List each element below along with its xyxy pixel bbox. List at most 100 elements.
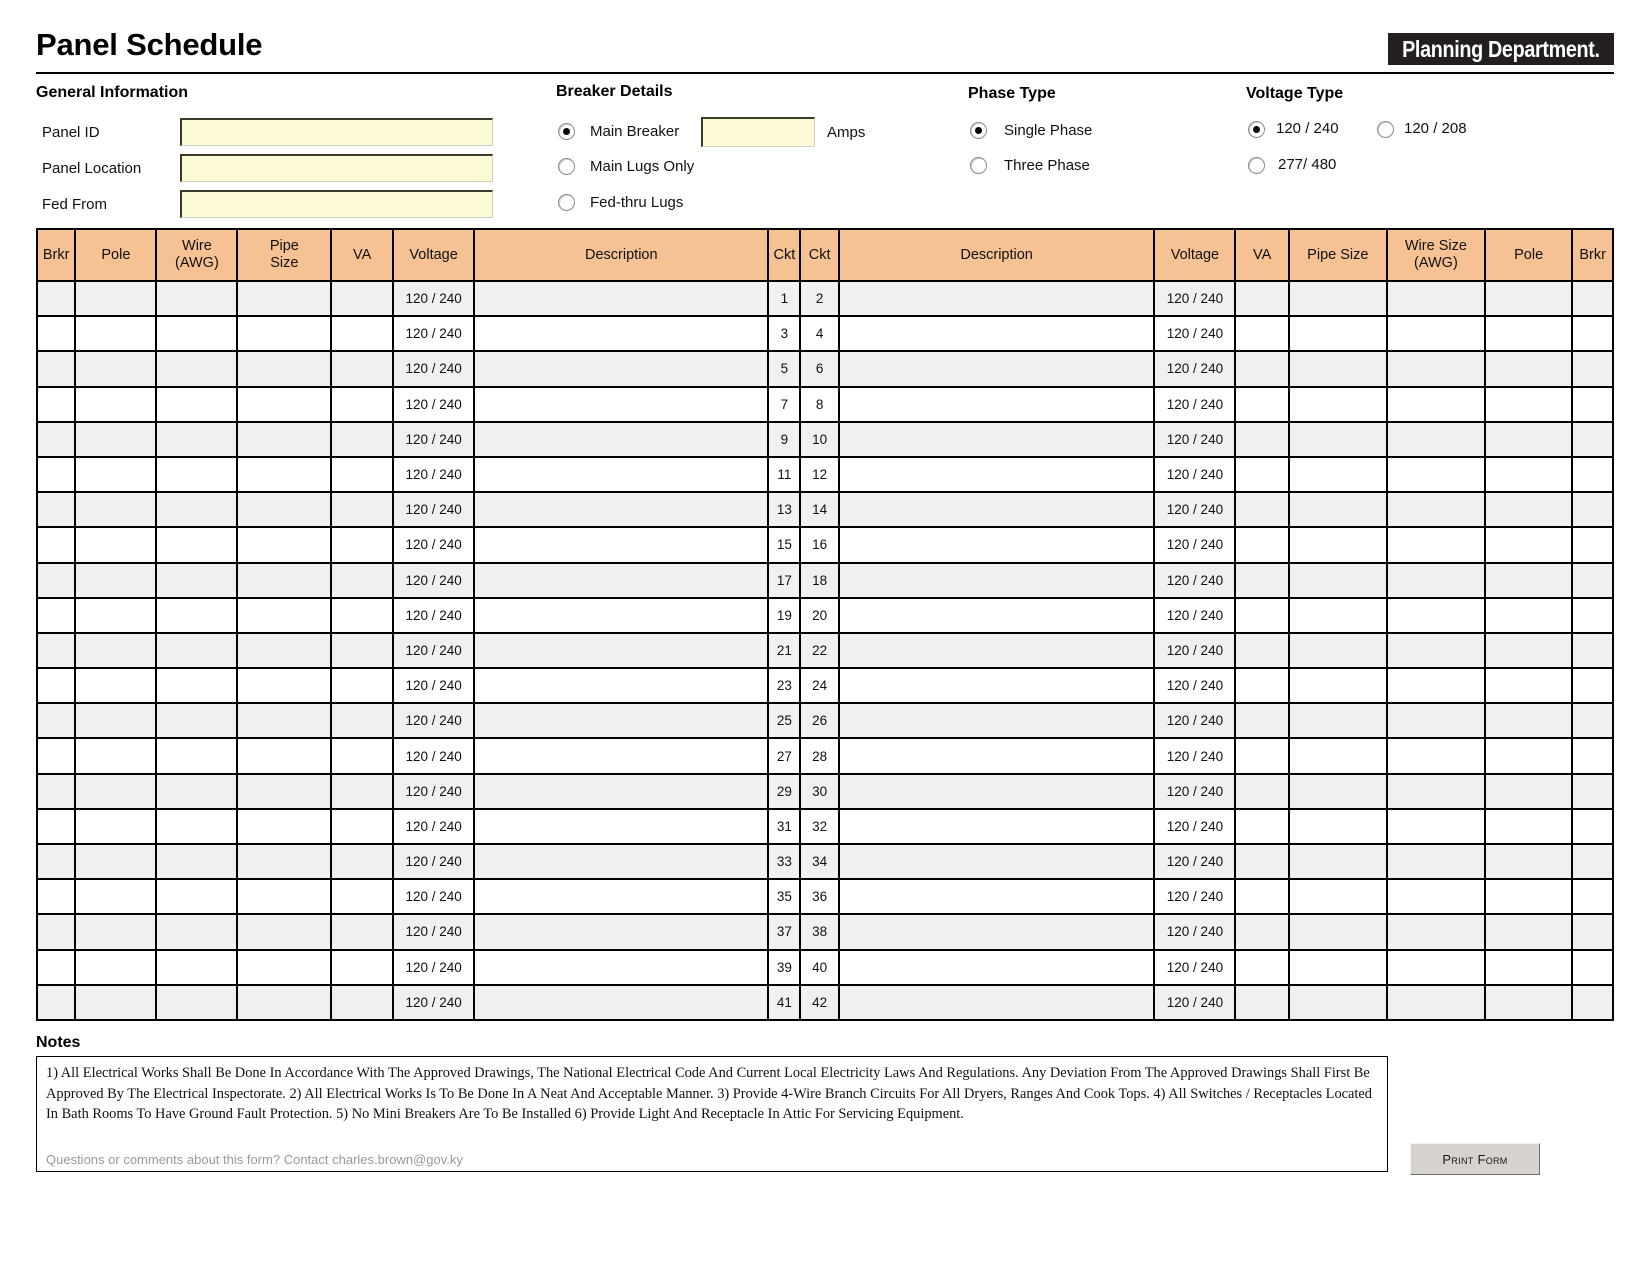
- cell-va-right[interactable]: [1234, 596, 1290, 634]
- cell-description-right[interactable]: [837, 350, 1156, 388]
- cell-pole-left[interactable]: [74, 667, 158, 705]
- cell-description-right[interactable]: [837, 385, 1156, 423]
- cell-description-left[interactable]: [473, 948, 770, 986]
- cell-va-right[interactable]: [1234, 913, 1290, 951]
- cell-brkr-right[interactable]: [1571, 491, 1614, 529]
- cell-pipe-left[interactable]: [236, 948, 333, 986]
- cell-description-left[interactable]: [473, 279, 770, 318]
- cell-brkr-left[interactable]: [35, 667, 77, 705]
- cell-wire-right[interactable]: [1385, 491, 1486, 529]
- cell-description-left[interactable]: [473, 350, 770, 388]
- cell-brkr-right[interactable]: [1571, 772, 1614, 810]
- cell-description-left[interactable]: [473, 878, 770, 916]
- cell-description-right[interactable]: [837, 315, 1156, 353]
- cell-description-right[interactable]: [837, 455, 1156, 494]
- cell-brkr-right[interactable]: [1571, 913, 1614, 951]
- cell-brkr-right[interactable]: [1571, 385, 1614, 423]
- cell-pipe-right[interactable]: [1287, 737, 1388, 775]
- cell-va-right[interactable]: [1234, 526, 1290, 564]
- cell-brkr-right[interactable]: [1571, 842, 1614, 881]
- cell-description-right[interactable]: [837, 561, 1156, 599]
- cell-description-right[interactable]: [837, 667, 1156, 705]
- radio-voltage-277-480[interactable]: [1248, 157, 1265, 174]
- cell-pole-left[interactable]: [74, 878, 158, 916]
- cell-pipe-right[interactable]: [1287, 455, 1388, 494]
- cell-wire-left[interactable]: [155, 350, 239, 388]
- cell-va-left[interactable]: [330, 526, 395, 564]
- cell-wire-right[interactable]: [1385, 631, 1486, 670]
- cell-pole-right[interactable]: [1483, 807, 1574, 846]
- cell-description-left[interactable]: [473, 702, 770, 740]
- cell-va-left[interactable]: [330, 948, 395, 986]
- panel-location-input[interactable]: [180, 154, 493, 182]
- cell-brkr-left[interactable]: [35, 455, 77, 494]
- cell-wire-left[interactable]: [155, 420, 239, 458]
- cell-pipe-right[interactable]: [1287, 596, 1388, 634]
- cell-wire-left[interactable]: [155, 526, 239, 564]
- cell-pole-left[interactable]: [74, 491, 158, 529]
- cell-pipe-left[interactable]: [236, 983, 333, 1021]
- cell-va-right[interactable]: [1234, 491, 1290, 529]
- cell-va-left[interactable]: [330, 667, 395, 705]
- cell-brkr-right[interactable]: [1571, 350, 1614, 388]
- cell-va-left[interactable]: [330, 561, 395, 599]
- radio-main-breaker[interactable]: [558, 123, 575, 140]
- cell-pipe-left[interactable]: [236, 420, 333, 458]
- cell-description-left[interactable]: [473, 913, 770, 951]
- cell-pipe-left[interactable]: [236, 772, 333, 810]
- cell-pipe-left[interactable]: [236, 561, 333, 599]
- cell-brkr-left[interactable]: [35, 350, 77, 388]
- cell-wire-right[interactable]: [1385, 279, 1486, 318]
- cell-description-right[interactable]: [837, 491, 1156, 529]
- cell-va-left[interactable]: [330, 455, 395, 494]
- cell-va-left[interactable]: [330, 983, 395, 1021]
- cell-pipe-right[interactable]: [1287, 878, 1388, 916]
- cell-brkr-left[interactable]: [35, 878, 77, 916]
- cell-wire-right[interactable]: [1385, 385, 1486, 423]
- cell-pipe-left[interactable]: [236, 596, 333, 634]
- cell-pole-left[interactable]: [74, 596, 158, 634]
- cell-wire-left[interactable]: [155, 561, 239, 599]
- cell-pole-left[interactable]: [74, 420, 158, 458]
- radio-main-lugs-only[interactable]: [558, 158, 575, 175]
- cell-description-left[interactable]: [473, 596, 770, 634]
- cell-va-left[interactable]: [330, 279, 395, 318]
- cell-wire-right[interactable]: [1385, 561, 1486, 599]
- cell-wire-right[interactable]: [1385, 983, 1486, 1021]
- cell-brkr-left[interactable]: [35, 279, 77, 318]
- cell-brkr-left[interactable]: [35, 561, 77, 599]
- cell-pole-right[interactable]: [1483, 772, 1574, 810]
- cell-description-right[interactable]: [837, 737, 1156, 775]
- cell-wire-left[interactable]: [155, 807, 239, 846]
- cell-pole-left[interactable]: [74, 455, 158, 494]
- cell-brkr-left[interactable]: [35, 315, 77, 353]
- cell-pole-right[interactable]: [1483, 948, 1574, 986]
- cell-pole-left[interactable]: [74, 913, 158, 951]
- cell-pipe-left[interactable]: [236, 878, 333, 916]
- cell-wire-left[interactable]: [155, 667, 239, 705]
- cell-description-right[interactable]: [837, 772, 1156, 810]
- cell-description-left[interactable]: [473, 420, 770, 458]
- cell-brkr-left[interactable]: [35, 631, 77, 670]
- cell-va-right[interactable]: [1234, 772, 1290, 810]
- cell-brkr-right[interactable]: [1571, 455, 1614, 494]
- cell-va-right[interactable]: [1234, 279, 1290, 318]
- cell-wire-right[interactable]: [1385, 807, 1486, 846]
- cell-pipe-left[interactable]: [236, 631, 333, 670]
- cell-pole-right[interactable]: [1483, 491, 1574, 529]
- cell-pole-right[interactable]: [1483, 455, 1574, 494]
- cell-wire-left[interactable]: [155, 491, 239, 529]
- cell-pipe-left[interactable]: [236, 737, 333, 775]
- cell-pole-right[interactable]: [1483, 842, 1574, 881]
- cell-wire-left[interactable]: [155, 983, 239, 1021]
- cell-va-left[interactable]: [330, 772, 395, 810]
- cell-pipe-right[interactable]: [1287, 631, 1388, 670]
- radio-voltage-120-208[interactable]: [1377, 121, 1394, 138]
- cell-brkr-right[interactable]: [1571, 279, 1614, 318]
- cell-pole-left[interactable]: [74, 737, 158, 775]
- cell-description-left[interactable]: [473, 842, 770, 881]
- cell-description-right[interactable]: [837, 807, 1156, 846]
- cell-description-left[interactable]: [473, 667, 770, 705]
- radio-voltage-120-240[interactable]: [1248, 121, 1265, 138]
- cell-wire-left[interactable]: [155, 631, 239, 670]
